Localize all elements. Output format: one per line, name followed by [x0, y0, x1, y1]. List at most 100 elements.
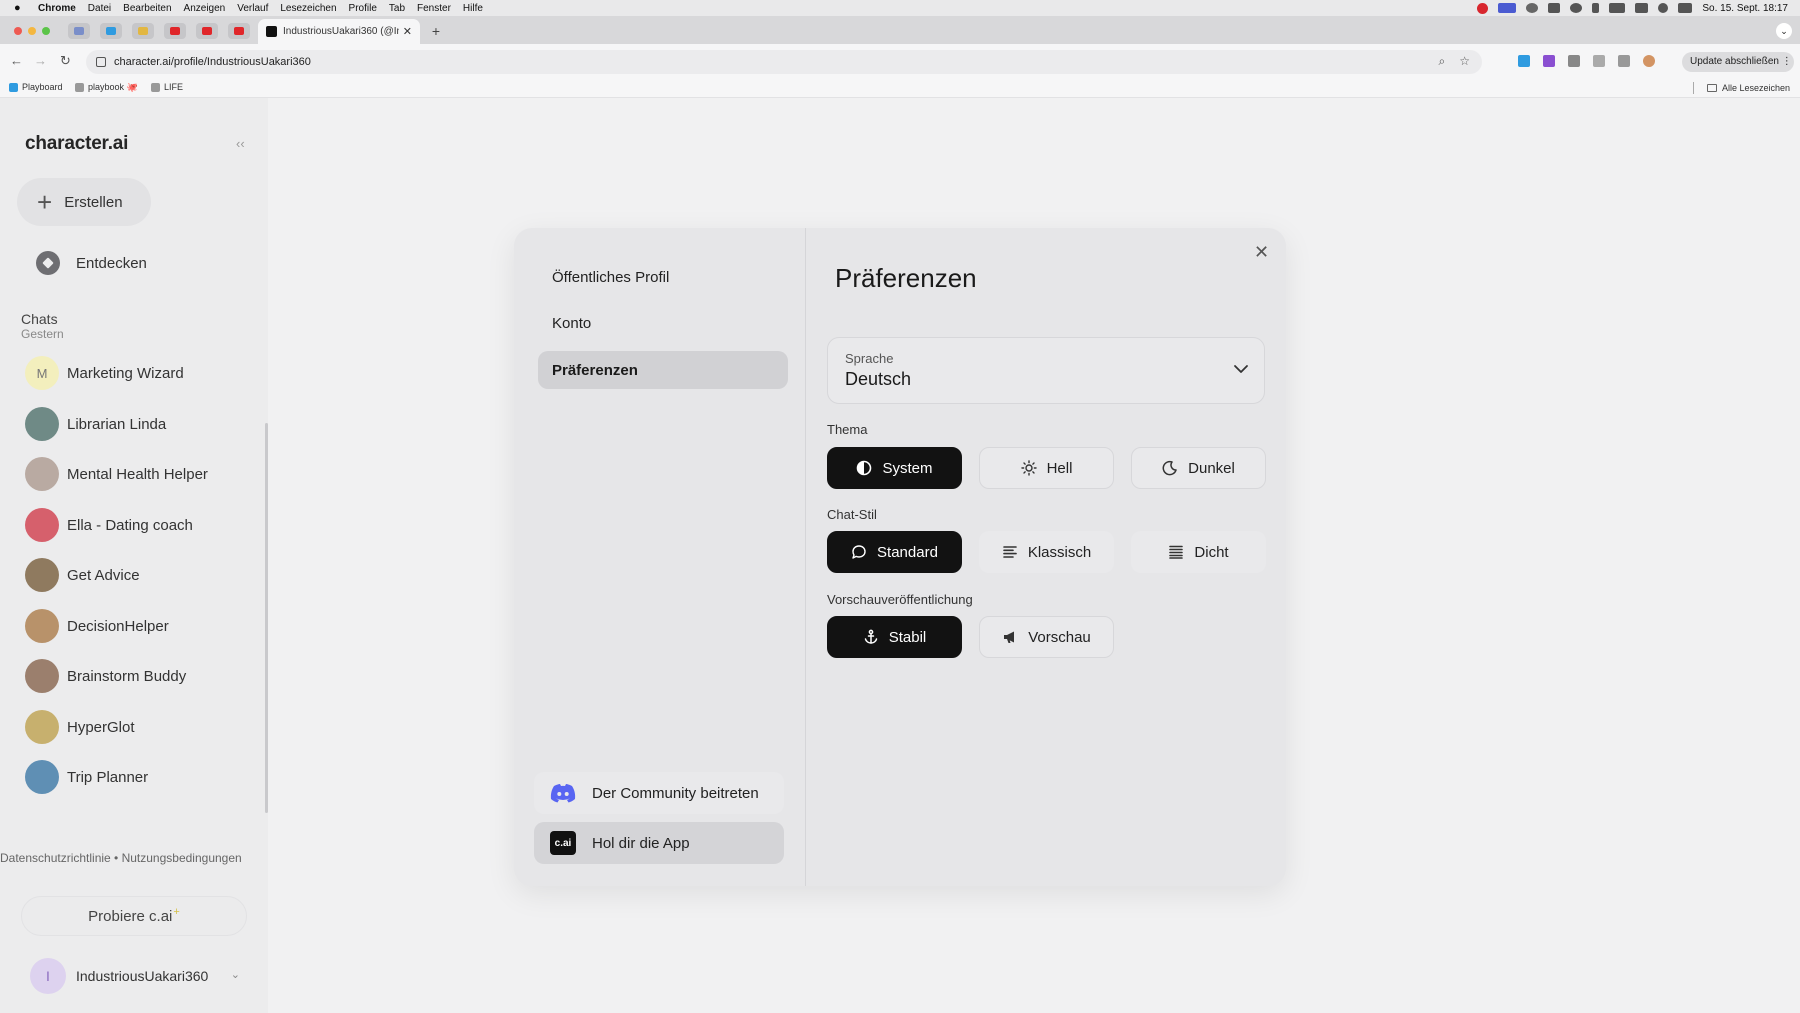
menu-profile[interactable]: Profile	[349, 3, 377, 14]
zoom-icon[interactable]: ⌕	[1439, 54, 1446, 69]
reading-list-icon[interactable]	[1618, 55, 1630, 67]
discover-link[interactable]: Entdecken	[36, 251, 147, 275]
pinned-tab[interactable]	[100, 23, 122, 39]
get-app-button[interactable]: c.ai Hol dir die App	[534, 822, 784, 864]
new-tab-icon[interactable]: +	[428, 24, 444, 40]
get-app-label: Hol dir die App	[592, 834, 690, 852]
close-icon[interactable]: ✕	[1254, 242, 1269, 263]
language-value: Deutsch	[845, 369, 912, 389]
site-info-icon[interactable]	[96, 57, 106, 67]
menu-anzeigen[interactable]: Anzeigen	[184, 3, 226, 14]
chat-style-label: Chat-Stil	[827, 507, 877, 522]
wifi-icon[interactable]	[1635, 3, 1649, 13]
close-tab-icon[interactable]: ✕	[403, 25, 412, 38]
language-select[interactable]: Sprache Deutsch	[827, 337, 1265, 404]
chat-item-trip-planner[interactable]: Trip Planner	[25, 760, 245, 794]
nav-preferences[interactable]: Präferenzen	[538, 351, 788, 389]
nav-account[interactable]: Konto	[538, 304, 788, 342]
pinned-tab[interactable]	[132, 23, 154, 39]
extension-icon[interactable]	[1518, 55, 1530, 67]
apple-icon[interactable]: ●	[14, 2, 28, 14]
active-tab[interactable]: IndustriousUakari360 (@Indu ✕	[258, 19, 420, 44]
dense-lines-icon	[1168, 544, 1184, 560]
address-bar[interactable]: character.ai/profile/IndustriousUakari36…	[86, 50, 1482, 74]
forward-icon[interactable]: →	[34, 53, 47, 68]
bookmark-favicon-icon	[151, 82, 160, 92]
screen-icon[interactable]	[1498, 3, 1517, 13]
try-cai-plus-button[interactable]: Probiere c.ai +	[21, 896, 247, 936]
chat-item-get-advice[interactable]: Get Advice	[25, 558, 245, 592]
legal-links[interactable]: Datenschutzrichtlinie • Nutzungsbedingun…	[0, 851, 268, 865]
bookmark-playboard[interactable]: Playboard	[9, 82, 63, 92]
menu-fenster[interactable]: Fenster	[417, 3, 451, 14]
bookmark-favicon-icon	[9, 82, 18, 92]
reload-icon[interactable]: ↻	[60, 53, 71, 69]
battery-icon[interactable]	[1609, 3, 1626, 13]
settings-modal: Öffentliches Profil Konto Präferenzen De…	[514, 228, 1286, 886]
compass-icon	[36, 251, 60, 275]
logo[interactable]: character.ai	[25, 133, 128, 155]
menu-datei[interactable]: Datei	[88, 3, 111, 14]
bookmark-favicon-icon	[75, 83, 84, 92]
bookmark-life[interactable]: LIFE	[151, 82, 183, 92]
record-icon[interactable]	[1477, 2, 1489, 14]
clock[interactable]: So. 15. Sept. 18:17	[1702, 3, 1788, 14]
control-center-icon[interactable]	[1678, 3, 1693, 13]
preview-preview-button[interactable]: Vorschau	[979, 616, 1114, 658]
chat-item-decisionhelper[interactable]: DecisionHelper	[25, 609, 245, 643]
spotlight-icon[interactable]	[1658, 3, 1669, 13]
play-icon[interactable]	[1570, 3, 1583, 13]
back-icon[interactable]: ←	[10, 53, 23, 68]
collapse-sidebar-icon[interactable]: ‹‹	[236, 136, 245, 151]
pinned-tab[interactable]	[164, 23, 186, 39]
close-window-icon[interactable]	[14, 27, 22, 35]
sidebar-scrollbar[interactable]	[265, 423, 268, 813]
preview-stable-button[interactable]: Stabil	[827, 616, 962, 658]
control-icon[interactable]	[1548, 3, 1561, 13]
extension-icon[interactable]	[1543, 55, 1555, 67]
zoom-window-icon[interactable]	[42, 27, 50, 35]
theme-light-button[interactable]: Hell	[979, 447, 1114, 489]
bookmark-star-icon[interactable]: ☆	[1459, 54, 1470, 69]
sync-icon[interactable]	[1526, 3, 1539, 13]
tab-search-icon[interactable]: ⌄	[1776, 23, 1792, 39]
chat-style-standard-button[interactable]: Standard	[827, 531, 962, 573]
menu-verlauf[interactable]: Verlauf	[237, 3, 268, 14]
bluetooth-icon[interactable]	[1592, 3, 1600, 13]
join-community-button[interactable]: Der Community beitreten	[534, 772, 784, 814]
nav-public-profile[interactable]: Öffentliches Profil	[538, 258, 788, 296]
pinned-tab[interactable]	[196, 23, 218, 39]
update-button[interactable]: Update abschließen ⋮	[1682, 52, 1794, 72]
theme-dark-button[interactable]: Dunkel	[1131, 447, 1266, 489]
minimize-window-icon[interactable]	[28, 27, 36, 35]
user-menu[interactable]: I IndustriousUakari360 ⌄	[30, 958, 240, 994]
sidebar: character.ai ‹‹ + Erstellen Entdecken Ch…	[0, 98, 268, 1013]
menu-lesezeichen[interactable]: Lesezeichen	[280, 3, 336, 14]
theme-system-button[interactable]: System	[827, 447, 962, 489]
menu-hilfe[interactable]: Hilfe	[463, 3, 483, 14]
chat-item-marketing-wizard[interactable]: M Marketing Wizard	[25, 356, 245, 390]
bookmark-playbook[interactable]: playbook 🐙	[75, 82, 138, 93]
menu-app-name[interactable]: Chrome	[38, 3, 76, 14]
chat-item-hyperglot[interactable]: HyperGlot	[25, 710, 245, 744]
chat-style-dense-button[interactable]: Dicht	[1131, 531, 1266, 573]
extensions-puzzle-icon[interactable]	[1593, 55, 1605, 67]
create-button[interactable]: + Erstellen	[17, 178, 151, 226]
pinned-tab[interactable]	[68, 23, 90, 39]
extension-icon[interactable]	[1568, 55, 1580, 67]
all-bookmarks[interactable]: Alle Lesezeichen	[1692, 82, 1790, 94]
pinned-tab[interactable]	[228, 23, 250, 39]
chat-item-librarian-linda[interactable]: Librarian Linda	[25, 407, 245, 441]
menu-bearbeiten[interactable]: Bearbeiten	[123, 3, 171, 14]
chat-item-mental-health-helper[interactable]: Mental Health Helper	[25, 457, 245, 491]
avatar	[25, 659, 59, 693]
menu-tab[interactable]: Tab	[389, 3, 405, 14]
bookmark-label: playbook 🐙	[88, 82, 138, 92]
url-text[interactable]: character.ai/profile/IndustriousUakari36…	[114, 56, 311, 68]
profile-avatar-icon[interactable]	[1643, 55, 1655, 67]
avatar	[25, 407, 59, 441]
chat-item-ella-dating-coach[interactable]: Ella - Dating coach	[25, 508, 245, 542]
anchor-icon	[863, 629, 879, 645]
chat-style-classic-button[interactable]: Klassisch	[979, 531, 1114, 573]
chat-item-brainstorm-buddy[interactable]: Brainstorm Buddy	[25, 659, 245, 693]
